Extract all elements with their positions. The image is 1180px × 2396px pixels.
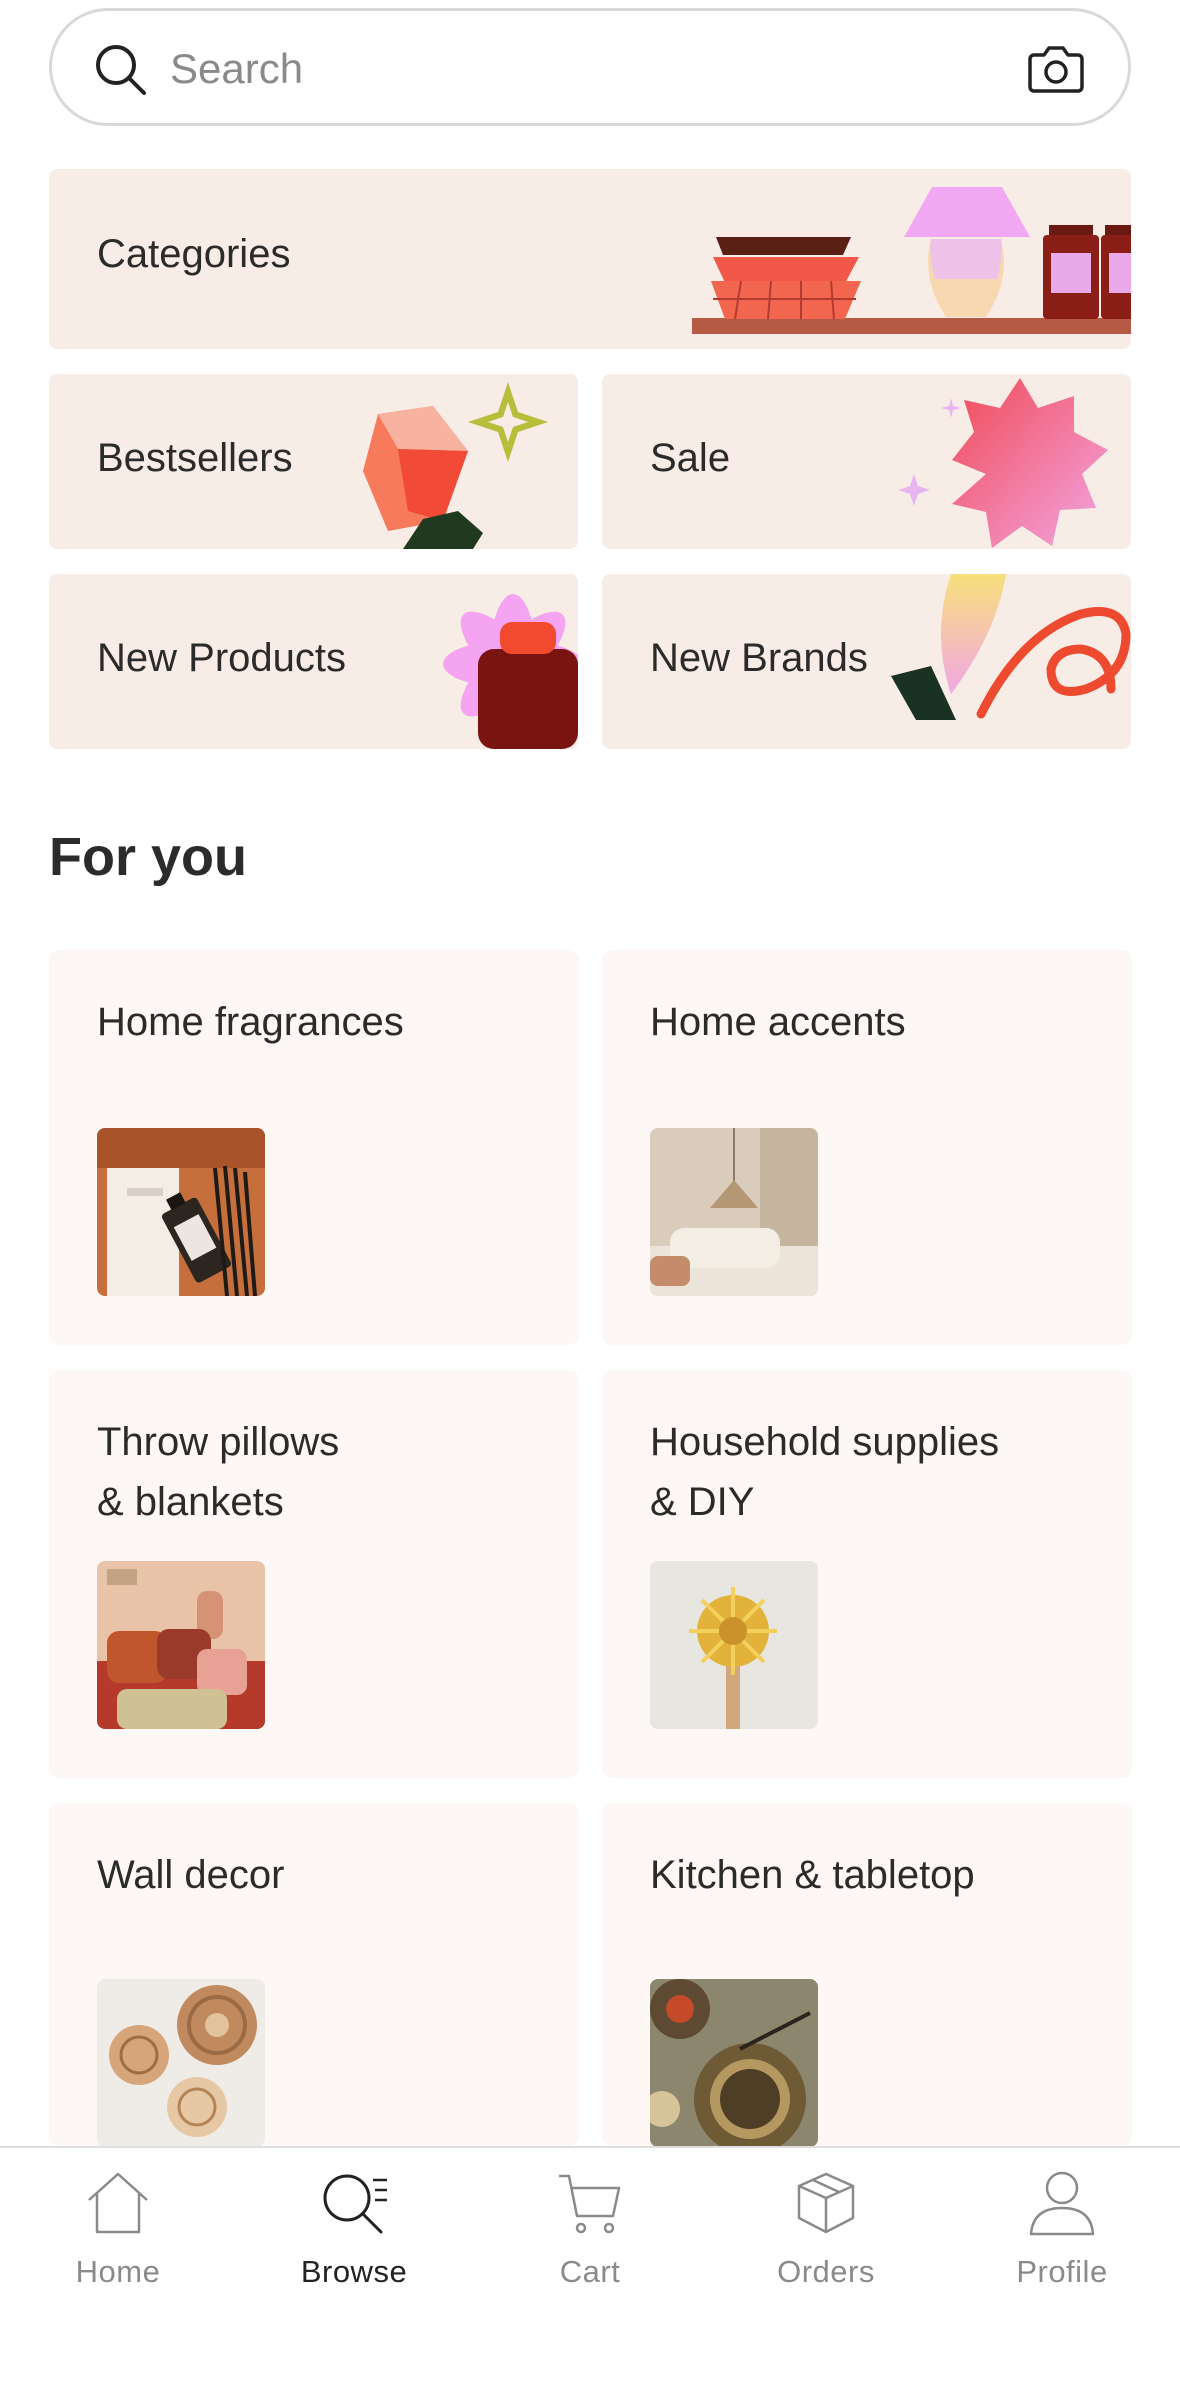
shelf-illustration bbox=[692, 187, 1131, 334]
bottom-tab-bar: Home Browse Cart Orders Profile bbox=[0, 2146, 1180, 2396]
new-products-tile[interactable]: New Products bbox=[49, 574, 578, 749]
section-title-for-you: For you bbox=[49, 827, 247, 887]
search-bar[interactable] bbox=[49, 8, 1131, 126]
tab-browse[interactable]: Browse bbox=[236, 2148, 472, 2328]
new-products-label: New Products bbox=[97, 636, 346, 680]
card-label: Home fragrances bbox=[97, 1000, 404, 1044]
tab-orders[interactable]: Orders bbox=[708, 2148, 944, 2328]
categories-label: Categories bbox=[97, 232, 291, 276]
category-card-home-accents[interactable]: Home accents bbox=[602, 950, 1132, 1345]
sale-tile[interactable]: Sale bbox=[602, 374, 1131, 549]
category-card-throw-pillows[interactable]: Throw pillows & blankets bbox=[49, 1370, 579, 1778]
throw-pillows-thumbnail bbox=[97, 1561, 265, 1729]
search-icon bbox=[96, 45, 146, 95]
card-label: Household supplies & DIY bbox=[650, 1420, 1000, 1524]
swirl-illustration bbox=[891, 574, 1131, 720]
card-label: Throw pillows & blankets bbox=[97, 1420, 340, 1524]
kitchen-tabletop-thumbnail bbox=[650, 1979, 818, 2147]
card-label: Home accents bbox=[650, 1000, 906, 1044]
home-icon bbox=[88, 2172, 148, 2234]
home-accents-thumbnail bbox=[650, 1128, 818, 1296]
tab-profile[interactable]: Profile bbox=[944, 2148, 1180, 2328]
tab-cart-label: Cart bbox=[559, 2254, 621, 2289]
household-supplies-thumbnail bbox=[650, 1561, 818, 1729]
card-label: Wall decor bbox=[97, 1853, 285, 1897]
new-brands-label: New Brands bbox=[650, 636, 868, 680]
category-card-household-supplies[interactable]: Household supplies & DIY bbox=[602, 1370, 1132, 1778]
camera-icon[interactable] bbox=[1026, 41, 1086, 97]
browse-icon bbox=[323, 2174, 387, 2234]
burst-illustration bbox=[898, 378, 1108, 548]
flower-bottle-illustration bbox=[443, 594, 578, 749]
tab-home-label: Home bbox=[75, 2254, 161, 2289]
cart-icon bbox=[559, 2174, 621, 2234]
category-card-kitchen-tabletop[interactable]: Kitchen & tabletop bbox=[602, 1803, 1132, 2147]
tab-browse-label: Browse bbox=[300, 2254, 408, 2289]
tab-orders-label: Orders bbox=[777, 2254, 875, 2289]
category-card-home-fragrances[interactable]: Home fragrances bbox=[49, 950, 579, 1345]
search-input[interactable] bbox=[170, 37, 1020, 101]
bestsellers-tile[interactable]: Bestsellers bbox=[49, 374, 578, 549]
category-card-wall-decor[interactable]: Wall decor bbox=[49, 1803, 579, 2147]
bestsellers-label: Bestsellers bbox=[97, 436, 293, 480]
tab-profile-label: Profile bbox=[1016, 2254, 1108, 2289]
card-label: Kitchen & tabletop bbox=[650, 1853, 975, 1897]
tab-cart[interactable]: Cart bbox=[472, 2148, 708, 2328]
wall-decor-thumbnail bbox=[97, 1979, 265, 2147]
tab-home[interactable]: Home bbox=[0, 2148, 236, 2328]
orders-icon bbox=[797, 2172, 855, 2234]
gem-illustration bbox=[363, 382, 548, 549]
home-fragrances-thumbnail bbox=[97, 1128, 265, 1296]
profile-icon bbox=[1029, 2171, 1095, 2236]
new-brands-tile[interactable]: New Brands bbox=[602, 574, 1131, 749]
sale-label: Sale bbox=[650, 436, 731, 480]
categories-tile[interactable]: Categories bbox=[49, 169, 1131, 349]
